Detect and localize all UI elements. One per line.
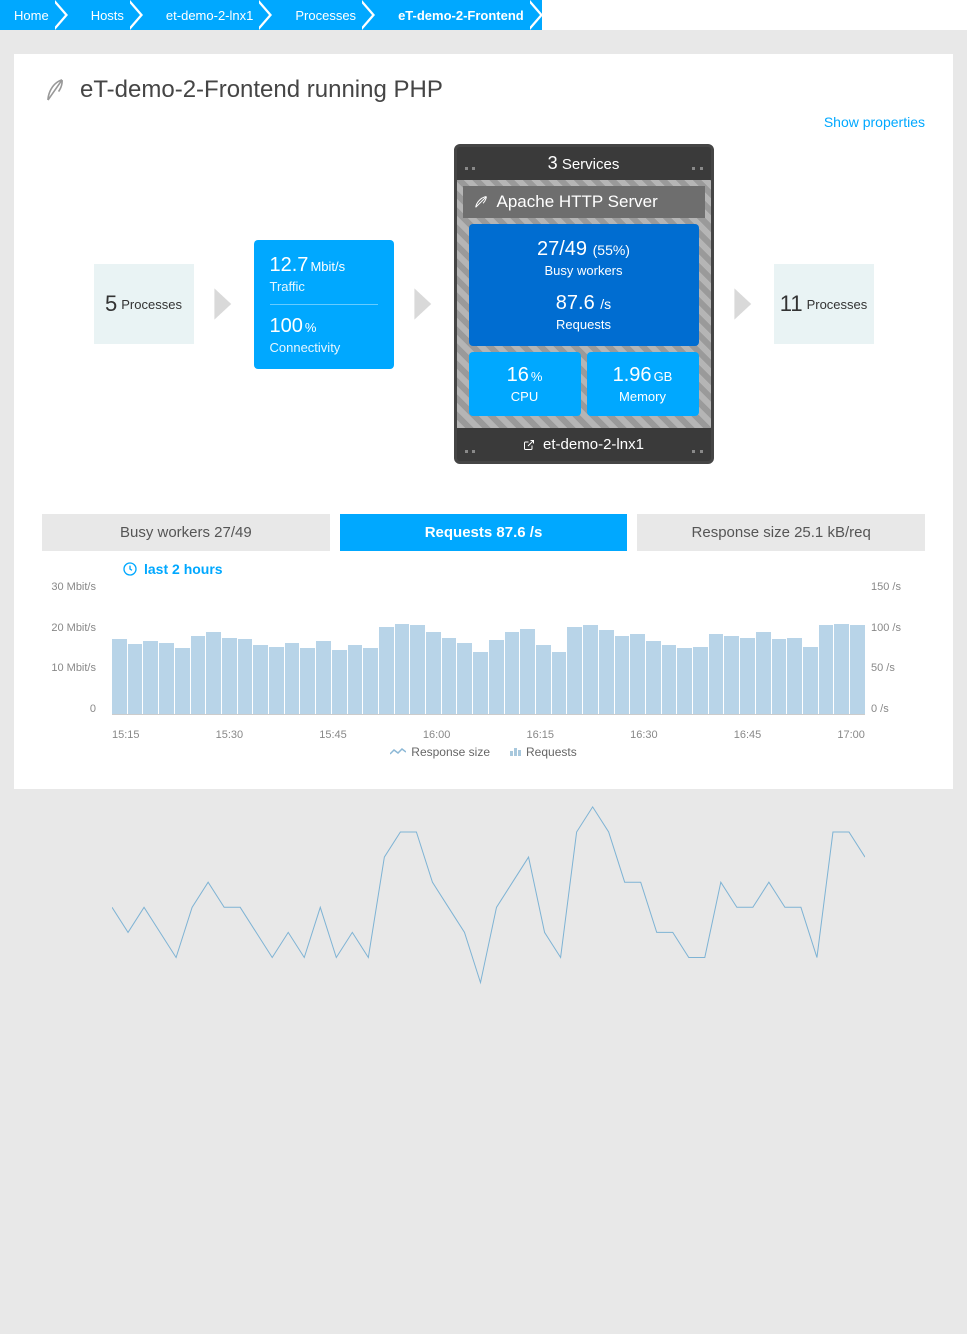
crumb-home[interactable]: Home	[0, 0, 67, 30]
crumb-host[interactable]: et-demo-2-lnx1	[142, 0, 271, 30]
feather-icon	[473, 194, 489, 210]
metric-tabs: Busy workers 27/49 Requests 87.6 /s Resp…	[42, 514, 925, 551]
crumb-current[interactable]: eT-demo-2-Frontend	[374, 0, 542, 30]
process-flow: 5 Processes 12.7Mbit/s Traffic 100% Conn…	[42, 144, 925, 464]
page-card: eT-demo-2-Frontend running PHP Show prop…	[14, 54, 953, 789]
traffic-label: Traffic	[270, 279, 378, 294]
server-card[interactable]: 3 Services Apache HTTP Server 27/49 (55%…	[454, 144, 714, 464]
server-stats: 27/49 (55%) Busy workers 87.6 /s Request…	[469, 224, 699, 346]
clock-icon	[122, 561, 138, 577]
chart-plot[interactable]	[112, 581, 865, 715]
incoming-label: Processes	[121, 297, 182, 312]
tab-response-size[interactable]: Response size 25.1 kB/req	[637, 514, 925, 551]
outgoing-label: Processes	[807, 297, 868, 312]
tab-busy-workers[interactable]: Busy workers 27/49	[42, 514, 330, 551]
breadcrumb: Home Hosts et-demo-2-lnx1 Processes eT-d…	[0, 0, 967, 30]
y-axis-left: 30 Mbit/s20 Mbit/s10 Mbit/s0	[42, 581, 102, 715]
page-title: eT-demo-2-Frontend running PHP	[80, 76, 443, 104]
arrow-icon	[730, 286, 758, 322]
external-link-icon	[523, 439, 535, 451]
server-host[interactable]: et-demo-2-lnx1	[457, 428, 711, 461]
x-axis: 15:1515:3015:4516:0016:1516:3016:4517:00	[112, 729, 865, 741]
y-axis-right: 150 /s100 /s50 /s0 /s	[865, 581, 925, 715]
arrow-icon	[210, 286, 238, 322]
chart-timeframe: last 2 hours	[122, 561, 925, 577]
server-name: Apache HTTP Server	[463, 186, 705, 218]
cpu-stat: 16%CPU	[469, 352, 581, 416]
traffic-card[interactable]: 12.7Mbit/s Traffic 100% Connectivity	[254, 240, 394, 369]
chart: 30 Mbit/s20 Mbit/s10 Mbit/s0 150 /s100 /…	[42, 581, 925, 741]
memory-stat: 1.96GBMemory	[587, 352, 699, 416]
outgoing-processes-card[interactable]: 11 Processes	[774, 264, 874, 344]
incoming-processes-card[interactable]: 5 Processes	[94, 264, 194, 344]
traffic-value: 12.7	[270, 254, 309, 276]
connectivity-value: 100	[270, 315, 303, 337]
show-properties-link[interactable]: Show properties	[824, 114, 925, 130]
feather-icon	[40, 75, 70, 105]
arrow-icon	[410, 286, 438, 322]
incoming-count: 5	[105, 291, 117, 317]
services-header: 3 Services	[457, 147, 711, 180]
connectivity-label: Connectivity	[270, 340, 378, 355]
outgoing-count: 11	[780, 291, 803, 317]
tab-requests[interactable]: Requests 87.6 /s	[340, 514, 628, 551]
